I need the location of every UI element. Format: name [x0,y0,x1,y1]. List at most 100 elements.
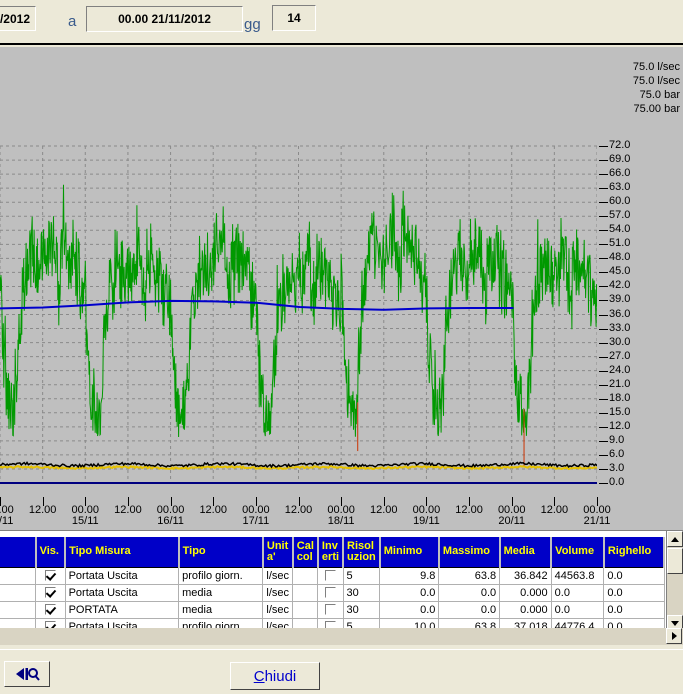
y-axis-tick-label: 21.0 [609,377,631,390]
table-vertical-scrollbar[interactable] [666,531,683,631]
y-axis-tick [599,230,608,232]
table-body: Portata Uscita profilo giorn. l/sec 5 9.8 63.… [0,567,665,631]
col-header-inverti[interactable]: Inv erti [317,537,345,568]
y-axis-tick [599,356,608,358]
col-header-rownum[interactable] [0,537,37,568]
col-header-volume[interactable]: Volume [551,537,605,568]
y-axis-tick [599,412,608,414]
cell-unita: l/sec [262,601,294,619]
table-horizontal-scrollbar[interactable] [0,628,683,645]
chevron-up-icon [671,536,679,542]
col-header-risoluzione-line2: uzion [347,550,376,563]
y-axis-tick-label: 42.0 [609,279,631,292]
scroll-up-button[interactable] [667,531,683,547]
cell-calcol [292,567,319,585]
x-tick-time: 12.00 [540,504,569,516]
cell-vis[interactable] [35,584,66,602]
col-header-minimo[interactable]: Minimo [379,537,440,568]
cell-calcol [292,584,319,602]
cell-risoluzione: 30 [343,584,381,602]
table-row[interactable]: Portata Uscita profilo giorn. l/sec 5 9.8 63.… [0,567,665,585]
scroll-right-button[interactable] [666,628,682,644]
back-zoom-button[interactable] [4,661,50,687]
checkbox-checked[interactable] [44,570,56,582]
col-header-calcol[interactable]: Cal col [292,537,319,568]
row-selector [0,584,37,602]
x-tick-date: 15/11 [71,515,99,527]
series-table-scroll[interactable]: Vis. Tipo Misura Tipo Unit a' Cal col In… [0,537,665,631]
table-row[interactable]: PORTATA media l/sec 30 0.0 0.0 0.000 0.0 0.0 [0,601,665,619]
x-tick-date: 16/11 [157,515,184,527]
cell-volume: 44563.8 [551,567,605,585]
cell-massimo: 0.0 [438,584,501,602]
series-table: Vis. Tipo Misura Tipo Unit a' Cal col In… [0,537,665,631]
cell-inverti[interactable] [317,584,344,602]
cell-unita: l/sec [262,567,294,585]
chart-panel[interactable]: 75.0 l/sec 75.0 l/sec 75.0 bar 75.00 bar 0.0… [0,47,683,530]
date-range-toolbar: 1/2012 a 00.00 21/11/2012 gg 14 [0,0,683,45]
checkbox-unchecked[interactable] [324,570,336,582]
cell-tipo: profilo giorn. [178,567,264,585]
col-header-unita[interactable]: Unit a' [262,537,294,568]
y-axis-tick-label: 60.0 [609,195,631,208]
days-count-input[interactable]: 14 [272,5,316,31]
checkbox-checked[interactable] [44,587,56,599]
cell-unita: l/sec [262,584,294,602]
cell-inverti[interactable] [317,567,344,585]
close-button-label: hiudi [264,667,297,685]
x-axis: 00.0014/1112.0000.0015/1112.0000.0016/11… [0,497,683,530]
back-zoom-icon [16,668,40,681]
scroll-thumb[interactable] [667,548,683,574]
x-tick-date: 14/11 [0,515,14,527]
col-header-unita-line2: a' [266,550,276,563]
y-axis-tick-label: 24.0 [609,363,631,376]
y-axis-unit-label-2: 75.0 bar [639,89,680,101]
col-header-media[interactable]: Media [499,537,553,568]
checkbox-unchecked[interactable] [324,604,336,616]
cell-minimo: 0.0 [379,601,440,619]
y-axis-tick [599,454,608,456]
x-tick-date: 17/11 [242,515,270,527]
cell-inverti[interactable] [317,601,344,619]
chevron-right-icon [671,632,677,640]
y-axis-tick [599,286,608,288]
cell-vis[interactable] [35,601,66,619]
date-from-input[interactable]: 1/2012 [0,6,36,31]
y-axis-tick-label: 27.0 [609,349,631,362]
col-header-risoluzione[interactable]: Risol uzion [343,537,381,568]
col-header-calcol-line2: col [296,550,313,563]
checkbox-checked[interactable] [44,604,56,616]
y-axis-tick [599,398,608,400]
table-row[interactable]: Portata Uscita media l/sec 30 0.0 0.0 0.000 0.0… [0,584,665,602]
close-button[interactable]: Chiudi [230,662,320,690]
y-axis-tick [599,174,608,176]
col-header-inverti-line2: erti [321,550,340,563]
y-axis-tick [599,328,608,330]
y-axis-tick [599,258,608,260]
cell-righello: 0.0 [603,601,665,619]
col-header-massimo[interactable]: Massimo [438,537,501,568]
col-header-tipo-misura[interactable]: Tipo Misura [65,537,180,568]
x-axis-tick-label: 00.00 21/11 [571,505,623,527]
y-axis-tick-label: 30.0 [609,335,631,348]
x-tick-time: 12.00 [370,504,398,516]
y-axis-tick-label: 66.0 [609,167,631,180]
series-table-panel: Vis. Tipo Misura Tipo Unit a' Cal col In… [0,530,683,645]
cell-righello: 0.0 [603,584,665,602]
date-to-input[interactable]: 00.00 21/11/2012 [86,6,243,32]
y-axis-tick-label: 45.0 [609,265,631,278]
cell-vis[interactable] [35,567,66,585]
x-tick-date: 21/11 [583,515,611,527]
checkbox-unchecked[interactable] [324,587,336,599]
y-axis-tick-label: 63.0 [609,181,631,194]
col-header-tipo[interactable]: Tipo [178,537,264,568]
analysis-window: 1/2012 a 00.00 21/11/2012 gg 14 75.0 l/s… [0,0,683,694]
x-tick-date: 18/11 [327,515,355,527]
table-header-row: Vis. Tipo Misura Tipo Unit a' Cal col In… [0,537,665,568]
y-axis-tick-label: 0.0 [609,476,625,488]
y-axis-tick-label: 51.0 [609,237,631,250]
y-axis-tick-label: 72.0 [609,139,631,152]
cell-calcol [292,601,319,619]
col-header-vis[interactable]: Vis. [35,537,67,568]
col-header-righello[interactable]: Righello [603,537,665,568]
